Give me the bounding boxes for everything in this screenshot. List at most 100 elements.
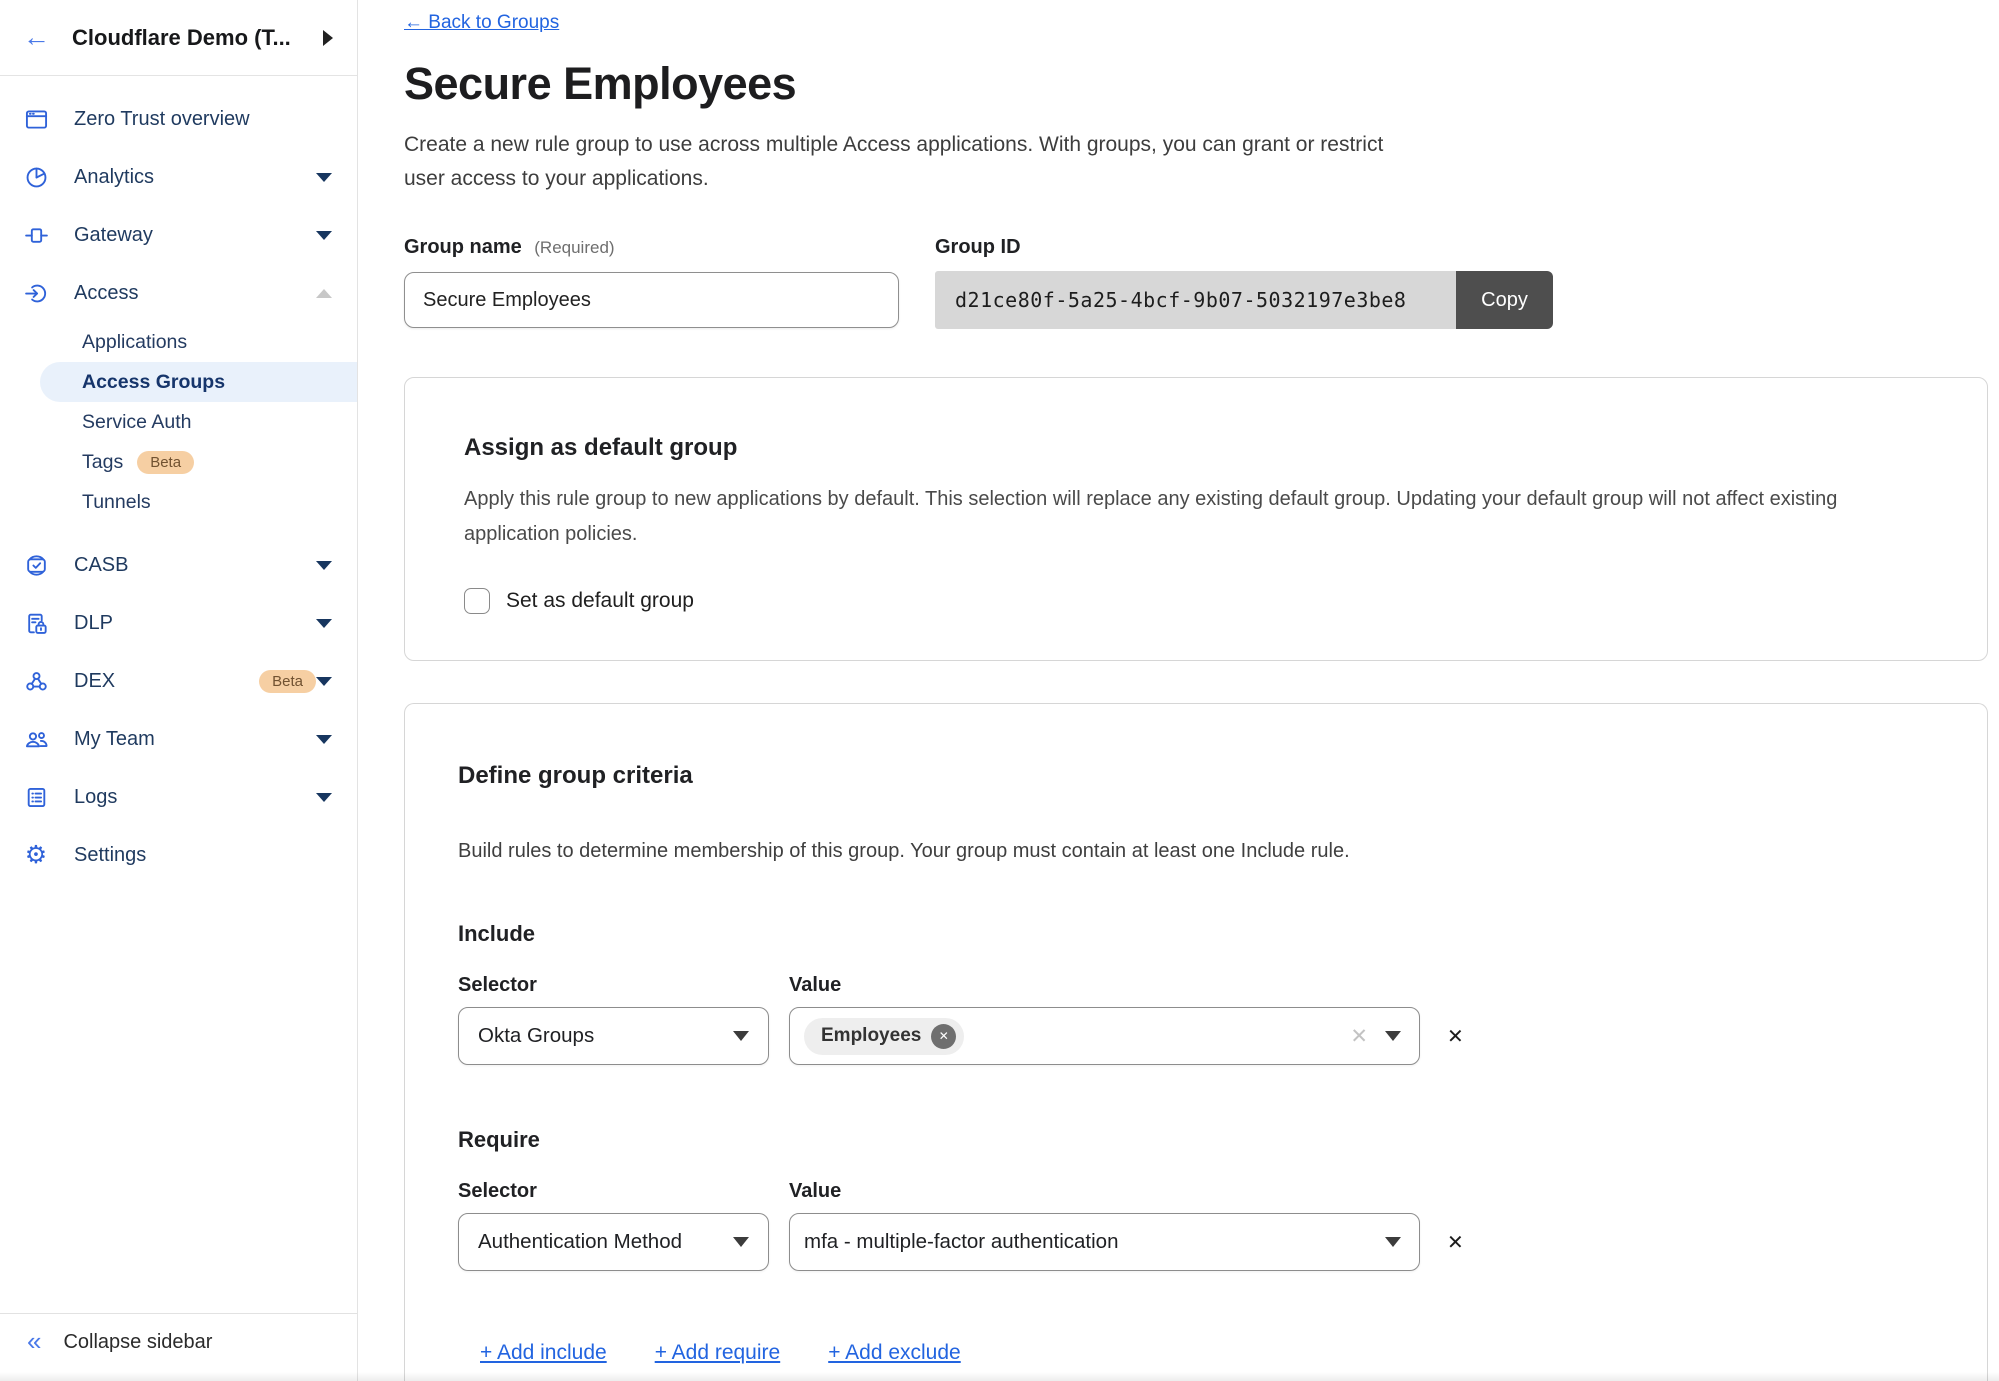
sidebar-item-label: Settings xyxy=(74,844,332,867)
require-value-dropdown[interactable]: mfa - multiple-factor authentication xyxy=(789,1213,1420,1271)
criteria-card-body: Build rules to determine membership of t… xyxy=(458,834,1927,869)
sidebar-item-service-auth[interactable]: Service Auth xyxy=(0,402,357,442)
sidebar-item-zero-trust-overview[interactable]: Zero Trust overview xyxy=(0,90,357,148)
sidebar-subitem-label: Service Auth xyxy=(82,411,191,434)
sidebar-subitem-label: Applications xyxy=(82,331,187,354)
sidebar-item-casb[interactable]: CASB xyxy=(0,536,357,594)
add-exclude-link[interactable]: + Add exclude xyxy=(828,1341,961,1365)
account-expand-icon[interactable] xyxy=(323,30,333,46)
document-lock-icon xyxy=(23,610,49,636)
sidebar-item-label: Analytics xyxy=(74,166,316,189)
group-name-input[interactable] xyxy=(404,272,899,328)
sidebar-item-label: Access xyxy=(74,282,316,305)
add-include-link[interactable]: + Add include xyxy=(480,1341,607,1365)
criteria-card-title: Define group criteria xyxy=(458,762,1927,790)
sidebar: ← Cloudflare Demo (T... Zero Trust overv… xyxy=(0,0,358,1381)
page-description: Create a new rule group to use across mu… xyxy=(404,128,1399,196)
value-label: Value xyxy=(789,1180,841,1203)
collapse-sidebar-label: Collapse sidebar xyxy=(63,1331,212,1354)
casb-check-icon xyxy=(23,552,49,578)
chevron-down-icon xyxy=(316,793,332,802)
main-content: ← Back to Groups Secure Employees Create… xyxy=(358,0,1999,1381)
people-icon xyxy=(23,726,49,752)
sidebar-item-tags[interactable]: Tags Beta xyxy=(0,442,357,482)
required-hint: (Required) xyxy=(534,238,614,257)
sidebar-item-label: DEX xyxy=(74,670,245,693)
selector-label: Selector xyxy=(458,974,789,997)
chevron-down-icon xyxy=(316,561,332,570)
sidebar-item-analytics[interactable]: Analytics xyxy=(0,148,357,206)
chevron-down-icon xyxy=(316,231,332,240)
chevron-down-icon xyxy=(733,1237,749,1247)
group-name-label: Group name xyxy=(404,236,522,258)
chevron-down-icon xyxy=(733,1031,749,1041)
sidebar-item-logs[interactable]: Logs xyxy=(0,768,357,826)
sidebar-item-settings[interactable]: ⚙ Settings xyxy=(0,826,357,884)
value-tag-label: Employees xyxy=(821,1025,921,1047)
add-require-link[interactable]: + Add require xyxy=(655,1341,781,1365)
network-nodes-icon xyxy=(23,668,49,694)
include-selector-dropdown[interactable]: Okta Groups xyxy=(458,1007,769,1065)
sidebar-nav: Zero Trust overview Analytics Gateway xyxy=(0,76,357,1313)
sidebar-subitem-label: Tags xyxy=(82,451,123,474)
chevron-down-icon xyxy=(316,677,332,686)
back-arrow-icon[interactable]: ← xyxy=(23,24,50,51)
selector-label: Selector xyxy=(458,1180,789,1203)
chevron-down-icon xyxy=(316,173,332,182)
require-heading: Require xyxy=(458,1127,1927,1153)
zero-trust-dashboard: ← Cloudflare Demo (T... Zero Trust overv… xyxy=(0,0,1999,1381)
default-group-card-title: Assign as default group xyxy=(464,434,1927,462)
sidebar-item-dex[interactable]: DEX Beta xyxy=(0,652,357,710)
remove-require-rule-icon[interactable]: ✕ xyxy=(1447,1230,1464,1255)
account-name: Cloudflare Demo (T... xyxy=(72,25,315,51)
pie-chart-icon xyxy=(23,164,49,190)
sidebar-item-my-team[interactable]: My Team xyxy=(0,710,357,768)
collapse-chevrons-icon: « xyxy=(27,1331,41,1351)
group-name-id-row: Group name (Required) Group ID d21ce80f-… xyxy=(404,236,1988,329)
include-value-multiselect[interactable]: Employees ✕ ✕ xyxy=(789,1007,1420,1065)
sidebar-item-label: Zero Trust overview xyxy=(74,108,332,131)
beta-badge: Beta xyxy=(137,451,194,474)
value-tag: Employees ✕ xyxy=(804,1018,964,1055)
clear-values-icon[interactable]: ✕ xyxy=(1350,1024,1368,1049)
chevron-down-icon xyxy=(1385,1237,1401,1247)
log-list-icon xyxy=(23,784,49,810)
sidebar-item-tunnels[interactable]: Tunnels xyxy=(0,482,357,522)
group-id-label: Group ID xyxy=(935,236,1553,259)
back-to-groups-link[interactable]: ← Back to Groups xyxy=(404,12,559,34)
chevron-down-icon xyxy=(1385,1031,1401,1041)
chevron-down-icon xyxy=(316,619,332,628)
sidebar-item-dlp[interactable]: DLP xyxy=(0,594,357,652)
beta-badge: Beta xyxy=(259,670,316,693)
criteria-card: Define group criteria Build rules to det… xyxy=(404,703,1988,1381)
sidebar-item-label: Logs xyxy=(74,786,316,809)
sidebar-item-gateway[interactable]: Gateway xyxy=(0,206,357,264)
chevron-down-icon xyxy=(316,735,332,744)
chevron-up-icon xyxy=(316,289,332,298)
default-group-checkbox-label: Set as default group xyxy=(506,589,694,613)
overview-window-icon xyxy=(23,106,49,132)
include-heading: Include xyxy=(458,921,1927,947)
default-group-card-body: Apply this rule group to new application… xyxy=(464,482,1927,552)
remove-tag-icon[interactable]: ✕ xyxy=(931,1024,956,1049)
gateway-icon xyxy=(23,222,49,248)
sidebar-item-label: My Team xyxy=(74,728,316,751)
remove-include-rule-icon[interactable]: ✕ xyxy=(1447,1024,1464,1049)
value-label: Value xyxy=(789,974,841,997)
copy-button[interactable]: Copy xyxy=(1456,271,1553,329)
gear-icon: ⚙ xyxy=(23,842,49,868)
sidebar-item-applications[interactable]: Applications xyxy=(0,322,357,362)
page-title: Secure Employees xyxy=(404,58,1988,110)
sidebar-item-label: DLP xyxy=(74,612,316,635)
sidebar-item-access[interactable]: Access xyxy=(0,264,357,322)
collapse-sidebar-button[interactable]: « Collapse sidebar xyxy=(0,1313,357,1381)
default-group-checkbox[interactable] xyxy=(464,588,490,614)
sidebar-subitem-label: Access Groups xyxy=(82,371,225,394)
group-id-value: d21ce80f-5a25-4bcf-9b07-5032197e3be8 xyxy=(935,271,1456,329)
require-selector-dropdown[interactable]: Authentication Method xyxy=(458,1213,769,1271)
sidebar-item-label: Gateway xyxy=(74,224,316,247)
sidebar-item-access-groups[interactable]: Access Groups xyxy=(40,362,357,402)
sidebar-account-header: ← Cloudflare Demo (T... xyxy=(0,0,357,76)
sidebar-subitem-label: Tunnels xyxy=(82,491,151,514)
sidebar-item-label: CASB xyxy=(74,554,316,577)
